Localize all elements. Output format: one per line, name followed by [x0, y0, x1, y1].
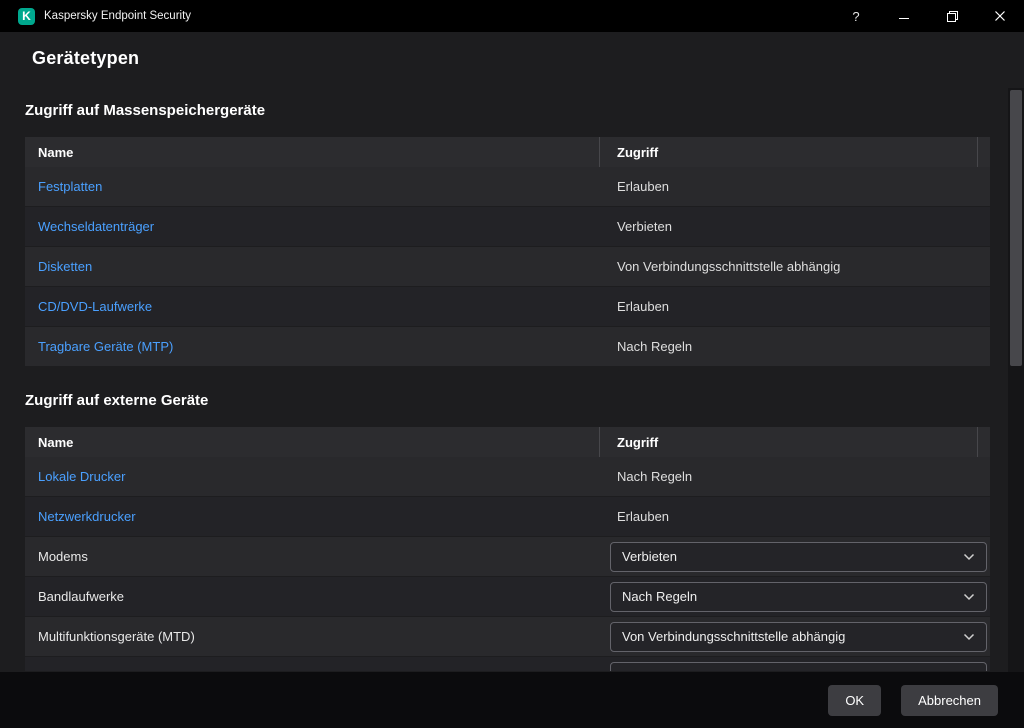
link-wechseldatentraeger[interactable]: Wechseldatenträger — [38, 219, 154, 234]
bandlaufwerke-access-select[interactable]: Nach Regeln — [610, 582, 987, 612]
selected-value: Verbieten — [622, 549, 677, 564]
footer-bar: OK Abbrechen — [0, 672, 1024, 728]
device-name-bandlaufwerke: Bandlaufwerke — [38, 589, 124, 604]
access-value: Nach Regeln — [600, 339, 692, 354]
table-mass-storage: Name Zugriff Festplatten Erlauben Wechse… — [25, 137, 990, 367]
chevron-down-icon — [963, 633, 975, 641]
column-header-name: Name — [25, 137, 600, 167]
link-lokale-drucker[interactable]: Lokale Drucker — [38, 469, 125, 484]
column-header-stub — [978, 137, 990, 167]
link-netzwerkdrucker[interactable]: Netzwerkdrucker — [38, 509, 136, 524]
column-header-stub — [978, 427, 990, 457]
chevron-down-icon — [963, 593, 975, 601]
table-row-partial — [25, 657, 990, 672]
kaspersky-logo: K — [18, 8, 35, 25]
column-header-access: Zugriff — [600, 427, 978, 457]
help-button[interactable]: ? — [832, 0, 880, 32]
minimize-icon — [898, 10, 910, 22]
scrollbar-thumb[interactable] — [1010, 90, 1022, 366]
modems-access-select[interactable]: Verbieten — [610, 542, 987, 572]
close-icon — [994, 10, 1006, 22]
selected-value: Von Verbindungsschnittstelle abhängig — [622, 629, 845, 644]
column-header-access: Zugriff — [600, 137, 978, 167]
chevron-down-icon — [963, 553, 975, 561]
table-row: Modems Verbieten — [25, 537, 990, 577]
table-header: Name Zugriff — [25, 427, 990, 457]
table-row: CD/DVD-Laufwerke Erlauben — [25, 287, 990, 327]
ok-button[interactable]: OK — [828, 685, 881, 716]
device-name-modems: Modems — [38, 549, 88, 564]
section-heading-external-devices: Zugriff auf externe Geräte — [25, 392, 1024, 409]
table-row: Festplatten Erlauben — [25, 167, 990, 207]
restore-icon — [946, 10, 959, 23]
table-row: Disketten Von Verbindungsschnittstelle a… — [25, 247, 990, 287]
access-value: Verbieten — [600, 219, 672, 234]
table-body: Festplatten Erlauben Wechseldatenträger … — [25, 167, 990, 367]
content-area: Gerätetypen Zugriff auf Massenspeicherge… — [0, 32, 1024, 672]
table-row: Lokale Drucker Nach Regeln — [25, 457, 990, 497]
page-title: Gerätetypen — [32, 48, 1024, 69]
question-mark-icon: ? — [852, 9, 859, 24]
table-row: Multifunktionsgeräte (MTD) Von Verbindun… — [25, 617, 990, 657]
link-tragbare-geraete-mtp[interactable]: Tragbare Geräte (MTP) — [38, 339, 173, 354]
link-disketten[interactable]: Disketten — [38, 259, 92, 274]
close-button[interactable] — [976, 0, 1024, 32]
access-value: Erlauben — [600, 509, 669, 524]
table-row: Netzwerkdrucker Erlauben — [25, 497, 990, 537]
access-value: Von Verbindungsschnittstelle abhängig — [600, 259, 840, 274]
access-value: Erlauben — [600, 299, 669, 314]
table-header: Name Zugriff — [25, 137, 990, 167]
multifunktionsgeraete-access-select[interactable]: Von Verbindungsschnittstelle abhängig — [610, 622, 987, 652]
minimize-button[interactable] — [880, 0, 928, 32]
link-festplatten[interactable]: Festplatten — [38, 179, 102, 194]
access-value: Erlauben — [600, 179, 669, 194]
column-header-name: Name — [25, 427, 600, 457]
maximize-button[interactable] — [928, 0, 976, 32]
section-heading-mass-storage: Zugriff auf Massenspeichergeräte — [25, 102, 1024, 119]
table-row: Wechseldatenträger Verbieten — [25, 207, 990, 247]
device-name-multifunktionsgeraete: Multifunktionsgeräte (MTD) — [38, 629, 195, 644]
titlebar: K Kaspersky Endpoint Security ? — [0, 0, 1024, 32]
table-row: Tragbare Geräte (MTP) Nach Regeln — [25, 327, 990, 367]
access-value: Nach Regeln — [600, 469, 692, 484]
link-cd-dvd-laufwerke[interactable]: CD/DVD-Laufwerke — [38, 299, 152, 314]
table-body: Lokale Drucker Nach Regeln Netzwerkdruck… — [25, 457, 990, 672]
app-title: Kaspersky Endpoint Security — [44, 10, 191, 22]
table-row: Bandlaufwerke Nach Regeln — [25, 577, 990, 617]
selected-value: Nach Regeln — [622, 589, 697, 604]
clipped-access-select[interactable] — [610, 662, 987, 672]
scrollbar[interactable] — [1008, 88, 1024, 672]
table-external-devices: Name Zugriff Lokale Drucker Nach Regeln … — [25, 427, 990, 672]
cancel-button[interactable]: Abbrechen — [901, 685, 998, 716]
